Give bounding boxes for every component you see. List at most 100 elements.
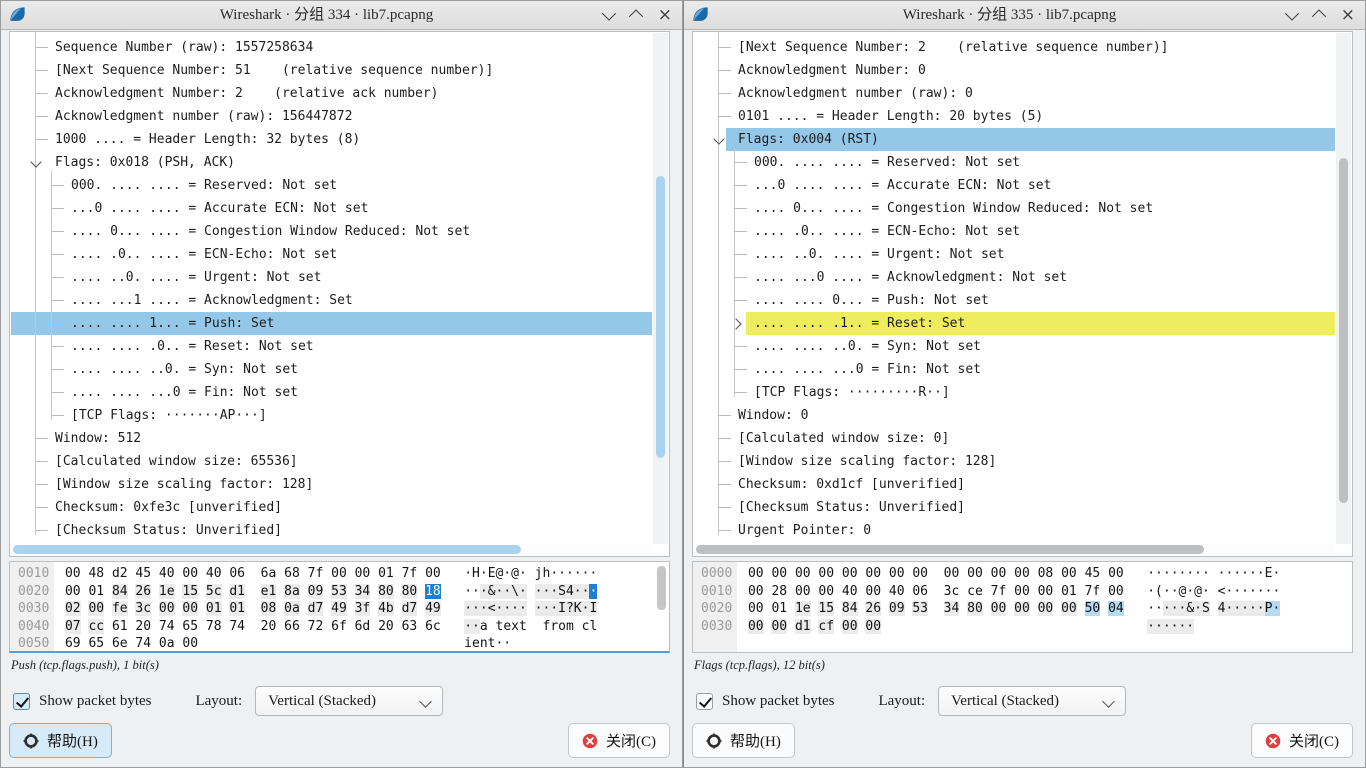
hex-byte[interactable]: 01 — [771, 601, 787, 616]
hex-byte[interactable]: 0a — [159, 636, 175, 651]
ascii-char[interactable]: · — [1163, 619, 1171, 634]
hex-byte[interactable]: 15 — [182, 584, 198, 599]
layout-select[interactable]: Vertical (Stacked) — [255, 686, 443, 716]
hex-byte[interactable]: 61 — [112, 619, 128, 634]
hex-row[interactable]: 0020 00 01 84 26 1e 15 5c d1 e1 8a 09 53… — [18, 583, 597, 601]
ascii-char[interactable]: · — [519, 601, 527, 616]
hex-byte[interactable]: 00 — [182, 636, 198, 651]
hex-byte[interactable]: 50 — [1085, 601, 1101, 616]
ascii-char[interactable]: x — [511, 619, 519, 634]
hex-byte[interactable]: 80 — [402, 584, 418, 599]
ascii-char[interactable]: · — [1147, 566, 1155, 581]
hex-byte[interactable]: 00 — [748, 566, 764, 581]
hex-byte[interactable]: 7f — [308, 566, 324, 581]
shade-window-icon[interactable] — [602, 7, 616, 21]
ascii-char[interactable]: · — [1249, 601, 1257, 616]
hex-byte[interactable]: 5c — [206, 584, 222, 599]
tree-row[interactable]: [Window size scaling factor: 128] — [11, 473, 652, 496]
close-window-icon[interactable]: × — [1341, 2, 1355, 28]
tree-row[interactable]: [Checksum Status: Unverified] — [11, 519, 652, 542]
tree-row[interactable]: .... .... ...0 = Fin: Not set — [11, 381, 652, 404]
hex-byte[interactable]: 00 — [795, 566, 811, 581]
tree-row[interactable]: 1000 .... = Header Length: 32 bytes (8) — [11, 128, 652, 151]
tree-row[interactable]: .... .... ..0. = Syn: Not set — [694, 335, 1335, 358]
packet-bytes-pane[interactable]: 0000 00 00 00 00 00 00 00 00 00 00 00 00… — [692, 561, 1353, 653]
tree-row[interactable]: [Window size scaling factor: 128] — [694, 450, 1335, 473]
ascii-char[interactable]: · — [1257, 566, 1265, 581]
chevron-down-icon[interactable] — [30, 156, 41, 167]
hex-byte[interactable]: 09 — [889, 601, 905, 616]
hex-byte[interactable]: 40 — [159, 566, 175, 581]
tree-row[interactable]: .... .... 1... = Push: Set — [11, 312, 652, 335]
hex-byte[interactable]: 00 — [912, 566, 928, 581]
tree-row[interactable]: [TCP Flags: ·········R··] — [694, 381, 1335, 404]
tree-vertical-scrollbar[interactable] — [1336, 33, 1351, 544]
hex-byte[interactable]: 66 — [284, 619, 300, 634]
ascii-char[interactable]: · — [480, 584, 488, 599]
hex-byte[interactable]: 08 — [1038, 566, 1054, 581]
ascii-char[interactable]: ( — [1155, 584, 1163, 599]
hex-byte[interactable]: e1 — [261, 584, 277, 599]
hex-byte[interactable]: 08 — [261, 601, 277, 616]
titlebar[interactable]: Wireshark · 分组 335 · lib7.pcapng × — [684, 1, 1365, 30]
ascii-char[interactable]: · — [1163, 566, 1171, 581]
hex-byte[interactable]: 48 — [88, 566, 104, 581]
hex-byte[interactable]: 00 — [889, 566, 905, 581]
hex-byte[interactable]: 00 — [331, 566, 347, 581]
ascii-char[interactable]: · — [472, 619, 480, 634]
ascii-char[interactable]: · — [1171, 601, 1179, 616]
tree-row[interactable]: [Calculated window size: 0] — [694, 427, 1335, 450]
ascii-char[interactable]: · — [480, 566, 488, 581]
hex-byte[interactable]: 28 — [771, 584, 787, 599]
titlebar[interactable]: Wireshark · 分组 334 · lib7.pcapng × — [1, 1, 682, 30]
tree-row[interactable]: Acknowledgment number (raw): 156447872 — [11, 105, 652, 128]
tree-row[interactable]: [Next Sequence Number: 2 (relative seque… — [694, 36, 1335, 59]
hex-byte[interactable]: 20 — [378, 619, 394, 634]
hex-byte[interactable]: d7 — [402, 601, 418, 616]
ascii-char[interactable]: m — [566, 619, 574, 634]
hex-byte[interactable]: 00 — [355, 566, 371, 581]
hex-byte[interactable]: 00 — [944, 566, 960, 581]
hex-byte[interactable]: cf — [818, 619, 834, 634]
tree-row[interactable]: Checksum: 0xd1cf [unverified] — [694, 473, 1335, 496]
ascii-char[interactable]: · — [1147, 619, 1155, 634]
hex-byte[interactable]: d1 — [795, 619, 811, 634]
hex-byte[interactable]: 00 — [1108, 584, 1124, 599]
ascii-char[interactable]: · — [1147, 601, 1155, 616]
ascii-char[interactable]: · — [519, 566, 527, 581]
hex-byte[interactable]: 00 — [182, 601, 198, 616]
hex-byte[interactable]: 63 — [402, 619, 418, 634]
scrollbar-thumb[interactable] — [1339, 158, 1348, 503]
tree-row[interactable]: Flags: 0x004 (RST) — [694, 128, 1335, 151]
ascii-char[interactable]: · — [574, 584, 582, 599]
layout-select[interactable]: Vertical (Stacked) — [938, 686, 1126, 716]
hex-byte[interactable]: cc — [88, 619, 104, 634]
hex-byte[interactable]: 34 — [944, 601, 960, 616]
hex-byte[interactable]: 34 — [355, 584, 371, 599]
hex-byte[interactable]: 01 — [1061, 584, 1077, 599]
hex-byte[interactable]: 7f — [402, 566, 418, 581]
ascii-char[interactable]: · — [1194, 566, 1202, 581]
ascii-char[interactable]: · — [550, 566, 558, 581]
ascii-char[interactable]: · — [480, 601, 488, 616]
ascii-char[interactable]: a — [480, 619, 488, 634]
ascii-char[interactable]: · — [550, 601, 558, 616]
hex-byte[interactable]: 00 — [88, 601, 104, 616]
help-button[interactable]: 帮助(H) — [692, 723, 795, 758]
ascii-char[interactable]: · — [1233, 584, 1241, 599]
hex-byte[interactable]: 02 — [65, 601, 81, 616]
tree-horizontal-scrollbar[interactable] — [11, 544, 652, 555]
tree-horizontal-scrollbar[interactable] — [694, 544, 1335, 555]
hex-byte[interactable]: 6e — [112, 636, 128, 651]
tree-row[interactable]: .... .... .1.. = Reset: Set — [694, 312, 1335, 335]
hex-byte[interactable]: ce — [967, 584, 983, 599]
hex-byte[interactable]: 26 — [865, 601, 881, 616]
hex-byte[interactable]: 00 — [842, 619, 858, 634]
tree-row[interactable]: [Checksum Status: Unverified] — [694, 496, 1335, 519]
close-button[interactable]: 关闭(C) — [1251, 723, 1353, 758]
hex-byte[interactable]: 15 — [818, 601, 834, 616]
hex-byte[interactable]: d7 — [308, 601, 324, 616]
hex-byte[interactable]: 00 — [748, 619, 764, 634]
ascii-char[interactable]: · — [503, 636, 511, 651]
ascii-char[interactable]: & — [1186, 601, 1194, 616]
